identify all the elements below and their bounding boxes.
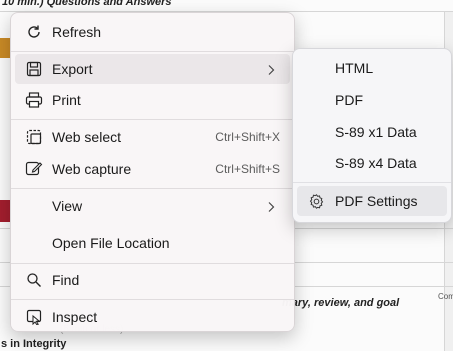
submenu-item-s89-x1-data[interactable]: S-89 x1 Data: [297, 117, 447, 147]
menu-separator: [11, 263, 294, 264]
menu-item-web-capture[interactable]: Web capture Ctrl+Shift+S: [15, 154, 290, 184]
web-select-icon: [25, 128, 43, 146]
web-capture-icon: [25, 160, 43, 178]
submenu-item-s89-x4-data[interactable]: S-89 x4 Data: [297, 148, 447, 178]
bg-row-text: s in Integrity: [1, 338, 67, 350]
menu-item-label: Print: [52, 92, 81, 108]
print-icon: [25, 91, 43, 109]
bg-col-text: Com: [438, 292, 453, 301]
menu-item-label: Find: [52, 272, 80, 288]
search-icon: [25, 271, 43, 289]
submenu-item-label: S-89 x4 Data: [335, 155, 417, 171]
menu-item-label: View: [52, 198, 83, 214]
bg-row-text: mary, review, and goal: [282, 297, 400, 309]
menu-item-shortcut: Ctrl+Shift+S: [215, 162, 280, 176]
menu-item-label: Export: [52, 61, 93, 77]
submenu-item-label: HTML: [335, 60, 374, 76]
submenu-separator: [293, 182, 451, 183]
submenu-item-pdf[interactable]: PDF: [297, 85, 447, 115]
bg-heading: 10 min.) Questions and Answers: [2, 0, 172, 8]
submenu-item-label: PDF Settings: [335, 193, 418, 209]
context-menu: Refresh Export Print Web select Ctrl+Shi…: [10, 12, 295, 332]
menu-item-label: Refresh: [52, 24, 102, 40]
menu-item-web-select[interactable]: Web select Ctrl+Shift+X: [15, 122, 290, 152]
menu-item-label: Inspect: [52, 309, 98, 325]
refresh-icon: [25, 23, 43, 41]
save-icon: [25, 60, 43, 78]
chevron-right-icon: [266, 63, 276, 75]
menu-item-view[interactable]: View: [15, 191, 290, 221]
gear-icon: [307, 192, 325, 210]
menu-item-refresh[interactable]: Refresh: [15, 17, 290, 47]
menu-separator: [11, 119, 294, 120]
menu-item-shortcut: Ctrl+Shift+X: [215, 130, 280, 144]
bg-accent-red: [0, 200, 10, 222]
chevron-right-icon: [266, 200, 276, 212]
menu-item-inspect[interactable]: Inspect: [15, 302, 290, 332]
submenu-item-html[interactable]: HTML: [297, 53, 447, 83]
menu-separator: [11, 51, 294, 52]
export-submenu: HTML PDF S-89 x1 Data S-89 x4 Data PDF S…: [292, 48, 452, 223]
menu-item-open-file-location[interactable]: Open File Location: [15, 228, 290, 258]
submenu-item-label: S-89 x1 Data: [335, 124, 417, 140]
submenu-item-pdf-settings[interactable]: PDF Settings: [297, 186, 447, 216]
menu-item-export[interactable]: Export: [15, 54, 290, 84]
menu-separator: [11, 188, 294, 189]
menu-item-print[interactable]: Print: [15, 85, 290, 115]
menu-separator: [11, 299, 294, 300]
bg-accent: [0, 38, 10, 58]
menu-item-find[interactable]: Find: [15, 265, 290, 295]
menu-item-label: Web select: [52, 129, 121, 145]
menu-item-label: Open File Location: [52, 235, 170, 251]
menu-item-label: Web capture: [52, 161, 132, 177]
inspect-icon: [25, 308, 43, 326]
submenu-item-label: PDF: [335, 92, 363, 108]
